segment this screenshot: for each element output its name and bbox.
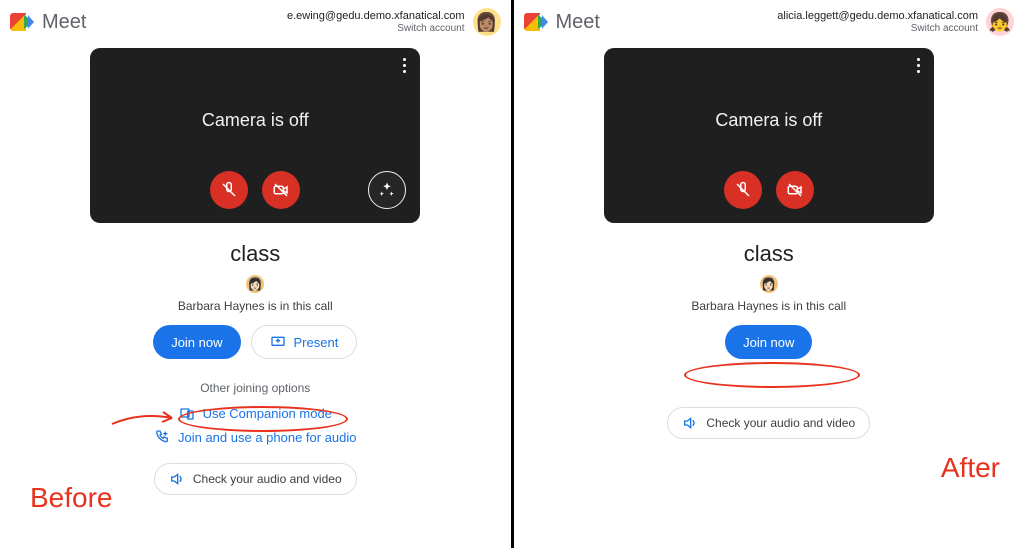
kebab-menu-icon[interactable] [403, 58, 406, 73]
in-call-text: Barbara Haynes is in this call [524, 299, 1015, 313]
camera-off-label: Camera is off [90, 110, 420, 131]
switch-account-link[interactable]: Switch account [777, 23, 978, 35]
check-av-button[interactable]: Check your audio and video [667, 407, 870, 439]
avatar[interactable]: 👧 [986, 8, 1014, 36]
account-area: e.ewing@gedu.demo.xfanatical.com Switch … [287, 8, 501, 36]
account-email: alicia.leggett@gedu.demo.xfanatical.com [777, 10, 978, 23]
present-icon [270, 334, 286, 350]
in-call-text: Barbara Haynes is in this call [10, 299, 501, 313]
camera-off-label: Camera is off [604, 110, 934, 131]
header: Meet alicia.leggett@gedu.demo.xfanatical… [524, 6, 1015, 38]
brand-name: Meet [556, 11, 600, 34]
mic-toggle-button[interactable] [210, 171, 248, 209]
annotation-after-label: After [941, 452, 1000, 484]
join-now-button[interactable]: Join now [725, 325, 812, 359]
present-label: Present [294, 335, 339, 350]
brand: Meet [10, 11, 86, 34]
meet-logo-icon [10, 11, 36, 33]
meeting-name: class [10, 241, 501, 267]
present-button[interactable]: Present [251, 325, 358, 359]
brand-name: Meet [42, 11, 86, 34]
avatar[interactable]: 👩🏽 [473, 8, 501, 36]
participant-avatar: 👩🏻 [246, 275, 264, 293]
check-av-label: Check your audio and video [193, 472, 342, 486]
phone-plus-icon [154, 429, 170, 445]
mic-toggle-button[interactable] [724, 171, 762, 209]
switch-account-link[interactable]: Switch account [287, 23, 465, 35]
video-preview: Camera is off [90, 48, 420, 223]
speaker-check-icon [169, 471, 185, 487]
effects-button[interactable] [368, 171, 406, 209]
meeting-name: class [524, 241, 1015, 267]
speaker-check-icon [682, 415, 698, 431]
other-options-label: Other joining options [10, 381, 501, 395]
companion-mode-link[interactable]: Use Companion mode [179, 405, 332, 421]
account-area: alicia.leggett@gedu.demo.xfanatical.com … [777, 8, 1014, 36]
meet-logo-icon [524, 11, 550, 33]
participant-avatar: 👩🏻 [760, 275, 778, 293]
check-av-label: Check your audio and video [706, 416, 855, 430]
camera-toggle-button[interactable] [776, 171, 814, 209]
companion-icon [179, 405, 195, 421]
phone-audio-link[interactable]: Join and use a phone for audio [154, 429, 357, 445]
camera-toggle-button[interactable] [262, 171, 300, 209]
kebab-menu-icon[interactable] [917, 58, 920, 73]
video-preview: Camera is off [604, 48, 934, 223]
phone-audio-label: Join and use a phone for audio [178, 430, 357, 445]
check-av-button[interactable]: Check your audio and video [154, 463, 357, 495]
join-now-button[interactable]: Join now [153, 325, 240, 359]
companion-mode-label: Use Companion mode [203, 406, 332, 421]
brand: Meet [524, 11, 600, 34]
before-pane: Meet e.ewing@gedu.demo.xfanatical.com Sw… [0, 0, 511, 548]
header: Meet e.ewing@gedu.demo.xfanatical.com Sw… [10, 6, 501, 38]
account-email: e.ewing@gedu.demo.xfanatical.com [287, 10, 465, 23]
after-pane: Meet alicia.leggett@gedu.demo.xfanatical… [514, 0, 1024, 548]
